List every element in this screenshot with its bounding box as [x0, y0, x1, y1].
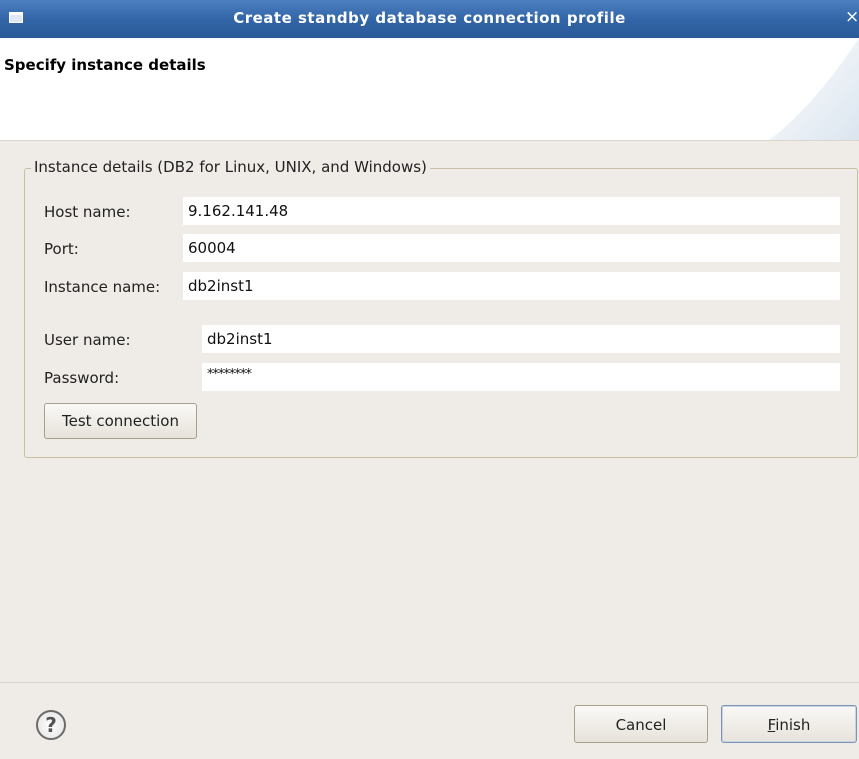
group-legend: Instance details (DB2 for Linux, UNIX, a… [31, 158, 430, 176]
button-bar-separator [0, 682, 859, 683]
help-icon[interactable]: ? [36, 710, 66, 740]
window-title: Create standby database connection profi… [233, 9, 626, 27]
user-name-label: User name: [44, 331, 131, 349]
password-label: Password: [44, 369, 120, 387]
close-icon[interactable]: × [845, 7, 859, 27]
host-name-label: Host name: [44, 203, 131, 221]
port-field[interactable]: 60004 [183, 234, 840, 262]
title-bar: Create standby database connection profi… [0, 0, 859, 38]
page-heading: Specify instance details [4, 56, 206, 74]
user-name-field[interactable]: db2inst1 [202, 325, 840, 353]
banner-decoration [769, 38, 859, 140]
instance-name-label: Instance name: [44, 278, 161, 296]
cancel-button[interactable]: Cancel [574, 705, 708, 743]
host-name-field[interactable]: 9.162.141.48 [183, 197, 840, 225]
wizard-header: Specify instance details [0, 38, 859, 141]
instance-name-field[interactable]: db2inst1 [183, 272, 840, 300]
finish-button[interactable]: Finish [721, 705, 857, 743]
port-label: Port: [44, 240, 79, 258]
test-connection-button[interactable]: Test connection [44, 403, 197, 439]
password-field[interactable]: ******** [202, 363, 840, 391]
finish-label-rest: inish [775, 716, 811, 734]
